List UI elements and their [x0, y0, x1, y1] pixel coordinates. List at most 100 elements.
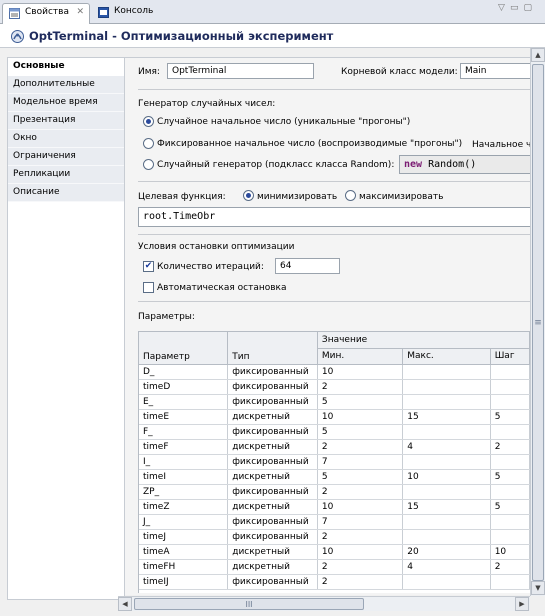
param-step-cell[interactable]: [490, 529, 530, 545]
param-name-cell[interactable]: timeA: [139, 544, 229, 560]
table-row[interactable]: timeFH дискретный 2 4 2: [139, 559, 530, 575]
view-menu-icon[interactable]: ▽: [498, 3, 510, 13]
param-min-cell[interactable]: 10: [317, 544, 404, 560]
param-step-cell[interactable]: [490, 454, 530, 470]
param-min-cell[interactable]: 2: [317, 484, 404, 500]
scroll-right-icon[interactable]: ▶: [515, 597, 529, 611]
maximize-radio[interactable]: [345, 190, 356, 201]
minimize-radio[interactable]: [243, 190, 254, 201]
rng-custom-radio[interactable]: [143, 159, 154, 170]
table-row[interactable]: I_ фиксированный 7: [139, 454, 530, 470]
table-row[interactable]: timeA дискретный 10 20 10: [139, 544, 530, 560]
horizontal-scroll-thumb[interactable]: III: [134, 598, 364, 610]
param-min-cell[interactable]: 5: [317, 424, 404, 440]
param-min-cell[interactable]: 7: [317, 454, 404, 470]
objective-expression-field[interactable]: root.TimeObr: [138, 207, 530, 227]
param-min-cell[interactable]: 10: [317, 409, 404, 425]
param-name-cell[interactable]: timeJ: [139, 529, 229, 545]
param-type-cell[interactable]: дискретный: [227, 499, 318, 515]
param-min-cell[interactable]: 10: [317, 364, 404, 380]
param-max-cell[interactable]: [402, 484, 491, 500]
table-row[interactable]: J_ фиксированный 7: [139, 514, 530, 530]
param-name-cell[interactable]: timeFH: [139, 559, 229, 575]
param-max-cell[interactable]: 4: [402, 559, 491, 575]
param-type-cell[interactable]: фиксированный: [227, 574, 318, 590]
root-class-field[interactable]: Main: [460, 63, 530, 79]
param-step-cell[interactable]: 5: [490, 499, 530, 515]
param-type-cell[interactable]: фиксированный: [227, 424, 318, 440]
iterations-field[interactable]: 64: [275, 258, 340, 274]
scroll-down-icon[interactable]: ▼: [531, 581, 545, 595]
tab-properties[interactable]: Свойства ✕: [2, 3, 90, 24]
param-min-cell[interactable]: 2: [317, 439, 404, 455]
table-row[interactable]: D_ фиксированный 10: [139, 364, 530, 380]
rng-random-seed-radio[interactable]: [143, 116, 154, 127]
param-name-cell[interactable]: timeIJ: [139, 574, 229, 590]
param-max-cell[interactable]: [402, 454, 491, 470]
nav-item-description[interactable]: Описание: [8, 184, 124, 202]
nav-item-general[interactable]: Основные: [8, 58, 124, 76]
param-max-cell[interactable]: 20: [402, 544, 491, 560]
param-step-cell[interactable]: [490, 424, 530, 440]
param-max-cell[interactable]: 15: [402, 499, 491, 515]
param-step-cell[interactable]: [490, 514, 530, 530]
param-name-cell[interactable]: timeF: [139, 439, 229, 455]
param-type-cell[interactable]: фиксированный: [227, 364, 318, 380]
param-name-cell[interactable]: I_: [139, 454, 229, 470]
param-min-cell[interactable]: 10: [317, 499, 404, 515]
param-name-cell[interactable]: timeD: [139, 379, 229, 395]
param-type-cell[interactable]: фиксированный: [227, 529, 318, 545]
scroll-up-icon[interactable]: ▲: [531, 48, 545, 62]
param-max-cell[interactable]: 4: [402, 439, 491, 455]
nav-item-advanced[interactable]: Дополнительные: [8, 76, 124, 94]
param-type-cell[interactable]: фиксированный: [227, 379, 318, 395]
param-min-cell[interactable]: 5: [317, 469, 404, 485]
param-type-cell[interactable]: дискретный: [227, 439, 318, 455]
param-min-cell[interactable]: 2: [317, 379, 404, 395]
table-row[interactable]: ZP_ фиксированный 2: [139, 484, 530, 500]
param-type-cell[interactable]: фиксированный: [227, 484, 318, 500]
nav-item-constraints[interactable]: Ограничения: [8, 148, 124, 166]
param-name-cell[interactable]: J_: [139, 514, 229, 530]
param-max-cell[interactable]: [402, 574, 491, 590]
name-field[interactable]: OptTerminal: [167, 63, 314, 79]
column-header-parameter[interactable]: Параметр: [139, 332, 229, 365]
param-step-cell[interactable]: 2: [490, 559, 530, 575]
param-step-cell[interactable]: [490, 484, 530, 500]
rng-fixed-seed-radio[interactable]: [143, 138, 154, 149]
param-max-cell[interactable]: [402, 514, 491, 530]
param-type-cell[interactable]: фиксированный: [227, 454, 318, 470]
param-step-cell[interactable]: [490, 394, 530, 410]
table-row[interactable]: timeIJ фиксированный 2: [139, 574, 530, 590]
rng-custom-code-field[interactable]: new Random(): [399, 155, 530, 174]
param-name-cell[interactable]: ZP_: [139, 484, 229, 500]
table-row[interactable]: timeF дискретный 2 4 2: [139, 439, 530, 455]
param-name-cell[interactable]: timeE: [139, 409, 229, 425]
param-type-cell[interactable]: фиксированный: [227, 394, 318, 410]
param-type-cell[interactable]: дискретный: [227, 544, 318, 560]
param-max-cell[interactable]: 15: [402, 409, 491, 425]
param-min-cell[interactable]: 2: [317, 574, 404, 590]
param-max-cell[interactable]: [402, 529, 491, 545]
param-type-cell[interactable]: дискретный: [227, 409, 318, 425]
auto-stop-checkbox[interactable]: [143, 282, 154, 293]
nav-item-replications[interactable]: Репликации: [8, 166, 124, 184]
horizontal-scrollbar[interactable]: ◀ III ▶: [118, 596, 530, 611]
param-step-cell[interactable]: [490, 574, 530, 590]
scroll-left-icon[interactable]: ◀: [118, 597, 132, 611]
column-header-min[interactable]: Мин.: [317, 348, 404, 365]
param-name-cell[interactable]: D_: [139, 364, 229, 380]
maximize-icon[interactable]: ▢: [523, 3, 537, 13]
param-name-cell[interactable]: timeI: [139, 469, 229, 485]
param-max-cell[interactable]: [402, 424, 491, 440]
column-header-type[interactable]: Тип: [227, 332, 318, 365]
param-min-cell[interactable]: 2: [317, 559, 404, 575]
param-step-cell[interactable]: 10: [490, 544, 530, 560]
param-max-cell[interactable]: [402, 394, 491, 410]
nav-item-window[interactable]: Окно: [8, 130, 124, 148]
vertical-scroll-thumb[interactable]: ≡: [532, 64, 544, 581]
table-row[interactable]: E_ фиксированный 5: [139, 394, 530, 410]
tab-console[interactable]: Консоль: [92, 3, 172, 24]
param-type-cell[interactable]: дискретный: [227, 559, 318, 575]
param-max-cell[interactable]: 10: [402, 469, 491, 485]
